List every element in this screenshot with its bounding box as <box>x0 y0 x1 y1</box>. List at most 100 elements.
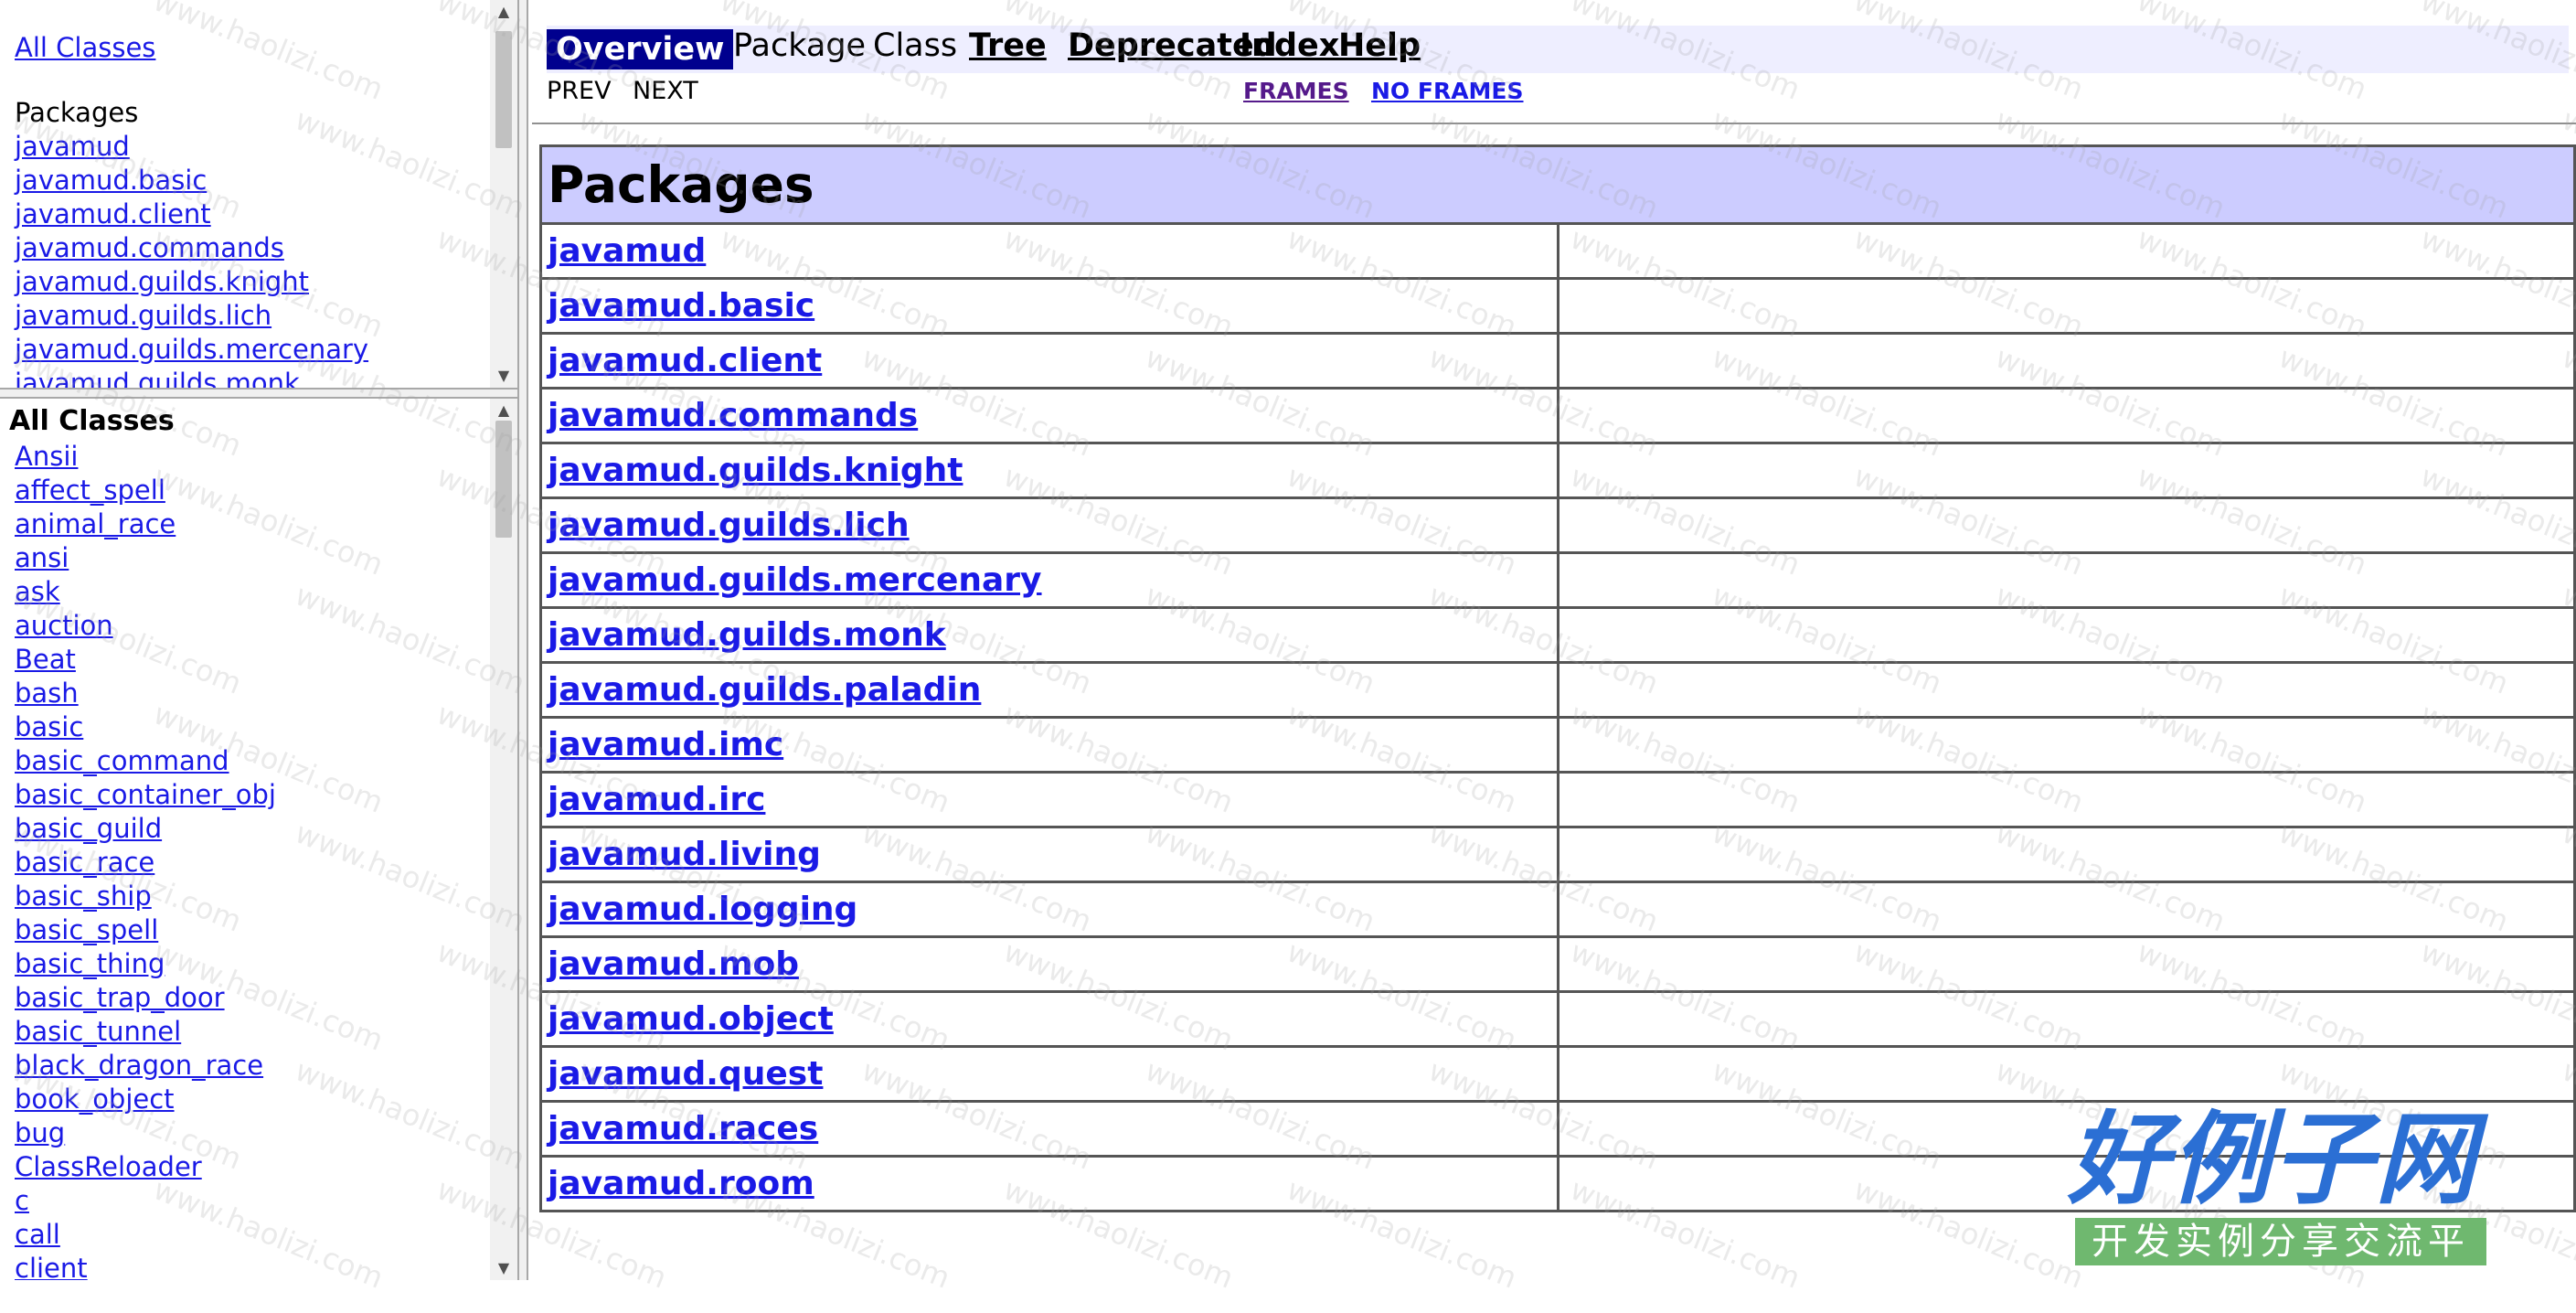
all-classes-heading: All Classes <box>9 405 175 437</box>
class-link[interactable]: book_object <box>15 1083 276 1116</box>
class-link[interactable]: ask <box>15 575 276 609</box>
class-frame-scrollbar[interactable]: ▲ ▼ <box>490 399 517 1280</box>
class-link[interactable]: black_dragon_race <box>15 1049 276 1083</box>
package-name-cell: javamud.room <box>539 1155 1559 1212</box>
table-row: javamud.client <box>539 332 2576 390</box>
package-link[interactable]: javamud.guilds.knight <box>548 452 963 489</box>
table-row: javamud.imc <box>539 716 2576 774</box>
package-name-cell: javamud.guilds.mercenary <box>539 551 1559 609</box>
package-link[interactable]: javamud.races <box>548 1110 818 1148</box>
package-link[interactable]: javamud.guilds.monk <box>548 616 946 654</box>
scroll-down-arrow-icon[interactable]: ▼ <box>490 364 517 388</box>
package-link[interactable]: javamud.imc <box>548 726 783 763</box>
package-link[interactable]: javamud.room <box>548 1165 814 1202</box>
class-list-frame: All Classes Ansii affect_spell animal_race… <box>0 399 517 1280</box>
package-link[interactable]: javamud.guilds.paladin <box>548 671 981 709</box>
package-link[interactable]: javamud.commands <box>15 231 368 265</box>
package-link[interactable]: javamud.mob <box>548 945 799 983</box>
package-link[interactable]: javamud.guilds.lich <box>548 507 910 544</box>
class-link[interactable]: basic_command <box>15 744 276 778</box>
package-description-cell <box>1556 551 2576 609</box>
nav-index-link[interactable]: Index <box>1240 26 1339 66</box>
class-link[interactable]: ansi <box>15 541 276 575</box>
scroll-up-arrow-icon[interactable]: ▲ <box>490 399 517 422</box>
package-link[interactable]: javamud.client <box>548 342 822 379</box>
table-row: javamud.mob <box>539 935 2576 993</box>
class-link[interactable]: basic_thing <box>15 947 276 981</box>
package-link[interactable]: javamud.irc <box>548 781 765 818</box>
separator-rule <box>532 123 2576 124</box>
class-link[interactable]: call <box>15 1218 276 1252</box>
package-description-cell <box>1556 826 2576 883</box>
package-link[interactable]: javamud.living <box>548 836 821 873</box>
package-description-cell <box>1556 990 2576 1048</box>
package-name-cell: javamud.living <box>539 826 1559 883</box>
package-link[interactable]: javamud.basic <box>15 164 368 197</box>
package-name-cell: javamud.guilds.knight <box>539 442 1559 499</box>
package-link[interactable]: javamud.commands <box>548 397 918 434</box>
nav-help-link[interactable]: Help <box>1338 26 1421 66</box>
scroll-down-arrow-icon[interactable]: ▼ <box>490 1256 517 1280</box>
class-link[interactable]: bash <box>15 677 276 710</box>
package-link[interactable]: javamud.basic <box>548 287 814 325</box>
scroll-up-arrow-icon[interactable]: ▲ <box>490 0 517 24</box>
table-row: javamud.basic <box>539 277 2576 335</box>
package-link[interactable]: javamud.guilds.knight <box>15 265 368 299</box>
package-link[interactable]: javamud.guilds.monk <box>15 367 368 388</box>
class-link[interactable]: c <box>15 1184 276 1218</box>
class-link[interactable]: basic_tunnel <box>15 1015 276 1049</box>
package-name-cell: javamud.guilds.monk <box>539 606 1559 664</box>
class-link[interactable]: ClassReloader <box>15 1150 276 1184</box>
class-link[interactable]: bug <box>15 1116 276 1150</box>
package-list-frame: All Classes Packages javamud javamud.basi… <box>0 0 517 388</box>
class-link[interactable]: basic_container_obj <box>15 778 276 812</box>
package-link[interactable]: javamud.object <box>548 1000 834 1038</box>
package-link[interactable]: javamud <box>548 232 706 270</box>
package-name-cell: javamud.guilds.paladin <box>539 661 1559 719</box>
class-link[interactable]: Beat <box>15 643 276 677</box>
package-link[interactable]: javamud <box>15 130 368 164</box>
package-link[interactable]: javamud.quest <box>548 1055 823 1093</box>
class-link[interactable]: basic_race <box>15 846 276 880</box>
class-link[interactable]: basic <box>15 710 276 744</box>
package-name-cell: javamud.quest <box>539 1045 1559 1103</box>
package-link[interactable]: javamud.client <box>15 197 368 231</box>
table-row: javamud.living <box>539 826 2576 883</box>
package-description-cell <box>1556 881 2576 938</box>
package-description-cell <box>1556 277 2576 335</box>
class-link[interactable]: animal_race <box>15 507 276 541</box>
package-description-cell <box>1556 606 2576 664</box>
table-row: javamud.guilds.knight <box>539 442 2576 499</box>
top-navbar: Overview Package Class Tree Deprecated I… <box>547 26 2569 73</box>
package-link[interactable]: javamud.guilds.mercenary <box>548 561 1042 599</box>
frames-link[interactable]: FRAMES <box>1243 75 1349 108</box>
nav-overview: Overview <box>547 29 734 69</box>
package-name-cell: javamud.guilds.lich <box>539 496 1559 554</box>
class-link[interactable]: basic_spell <box>15 913 276 947</box>
horizontal-frame-splitter[interactable] <box>0 388 517 399</box>
class-link[interactable]: affect_spell <box>15 474 276 507</box>
package-name-cell: javamud.client <box>539 332 1559 390</box>
package-name-cell: javamud.imc <box>539 716 1559 774</box>
class-link[interactable]: Ansii <box>15 440 276 474</box>
package-link[interactable]: javamud.guilds.lich <box>15 299 368 333</box>
scrollbar-thumb[interactable] <box>495 31 512 148</box>
package-description-cell <box>1556 1045 2576 1103</box>
class-link[interactable]: basic_trap_door <box>15 981 276 1015</box>
package-link[interactable]: javamud.logging <box>548 891 857 928</box>
package-link[interactable]: javamud.guilds.mercenary <box>15 333 368 367</box>
class-link[interactable]: client <box>15 1252 276 1280</box>
packages-table-body: javamud javamud.basic javamud.client javamu… <box>539 222 2576 1212</box>
class-link[interactable]: basic_guild <box>15 812 276 846</box>
nav-tree-link[interactable]: Tree <box>969 26 1047 66</box>
table-row: javamud.irc <box>539 771 2576 828</box>
vertical-frame-splitter[interactable] <box>517 0 528 1280</box>
class-link[interactable]: basic_ship <box>15 880 276 913</box>
scrollbar-thumb[interactable] <box>495 421 512 538</box>
no-frames-link[interactable]: NO FRAMES <box>1371 75 1524 108</box>
package-frame-scrollbar[interactable]: ▲ ▼ <box>490 0 517 388</box>
all-classes-link[interactable]: All Classes <box>15 31 368 65</box>
packages-heading: Packages <box>15 97 139 128</box>
table-row: javamud.quest <box>539 1045 2576 1103</box>
class-link[interactable]: auction <box>15 609 276 643</box>
